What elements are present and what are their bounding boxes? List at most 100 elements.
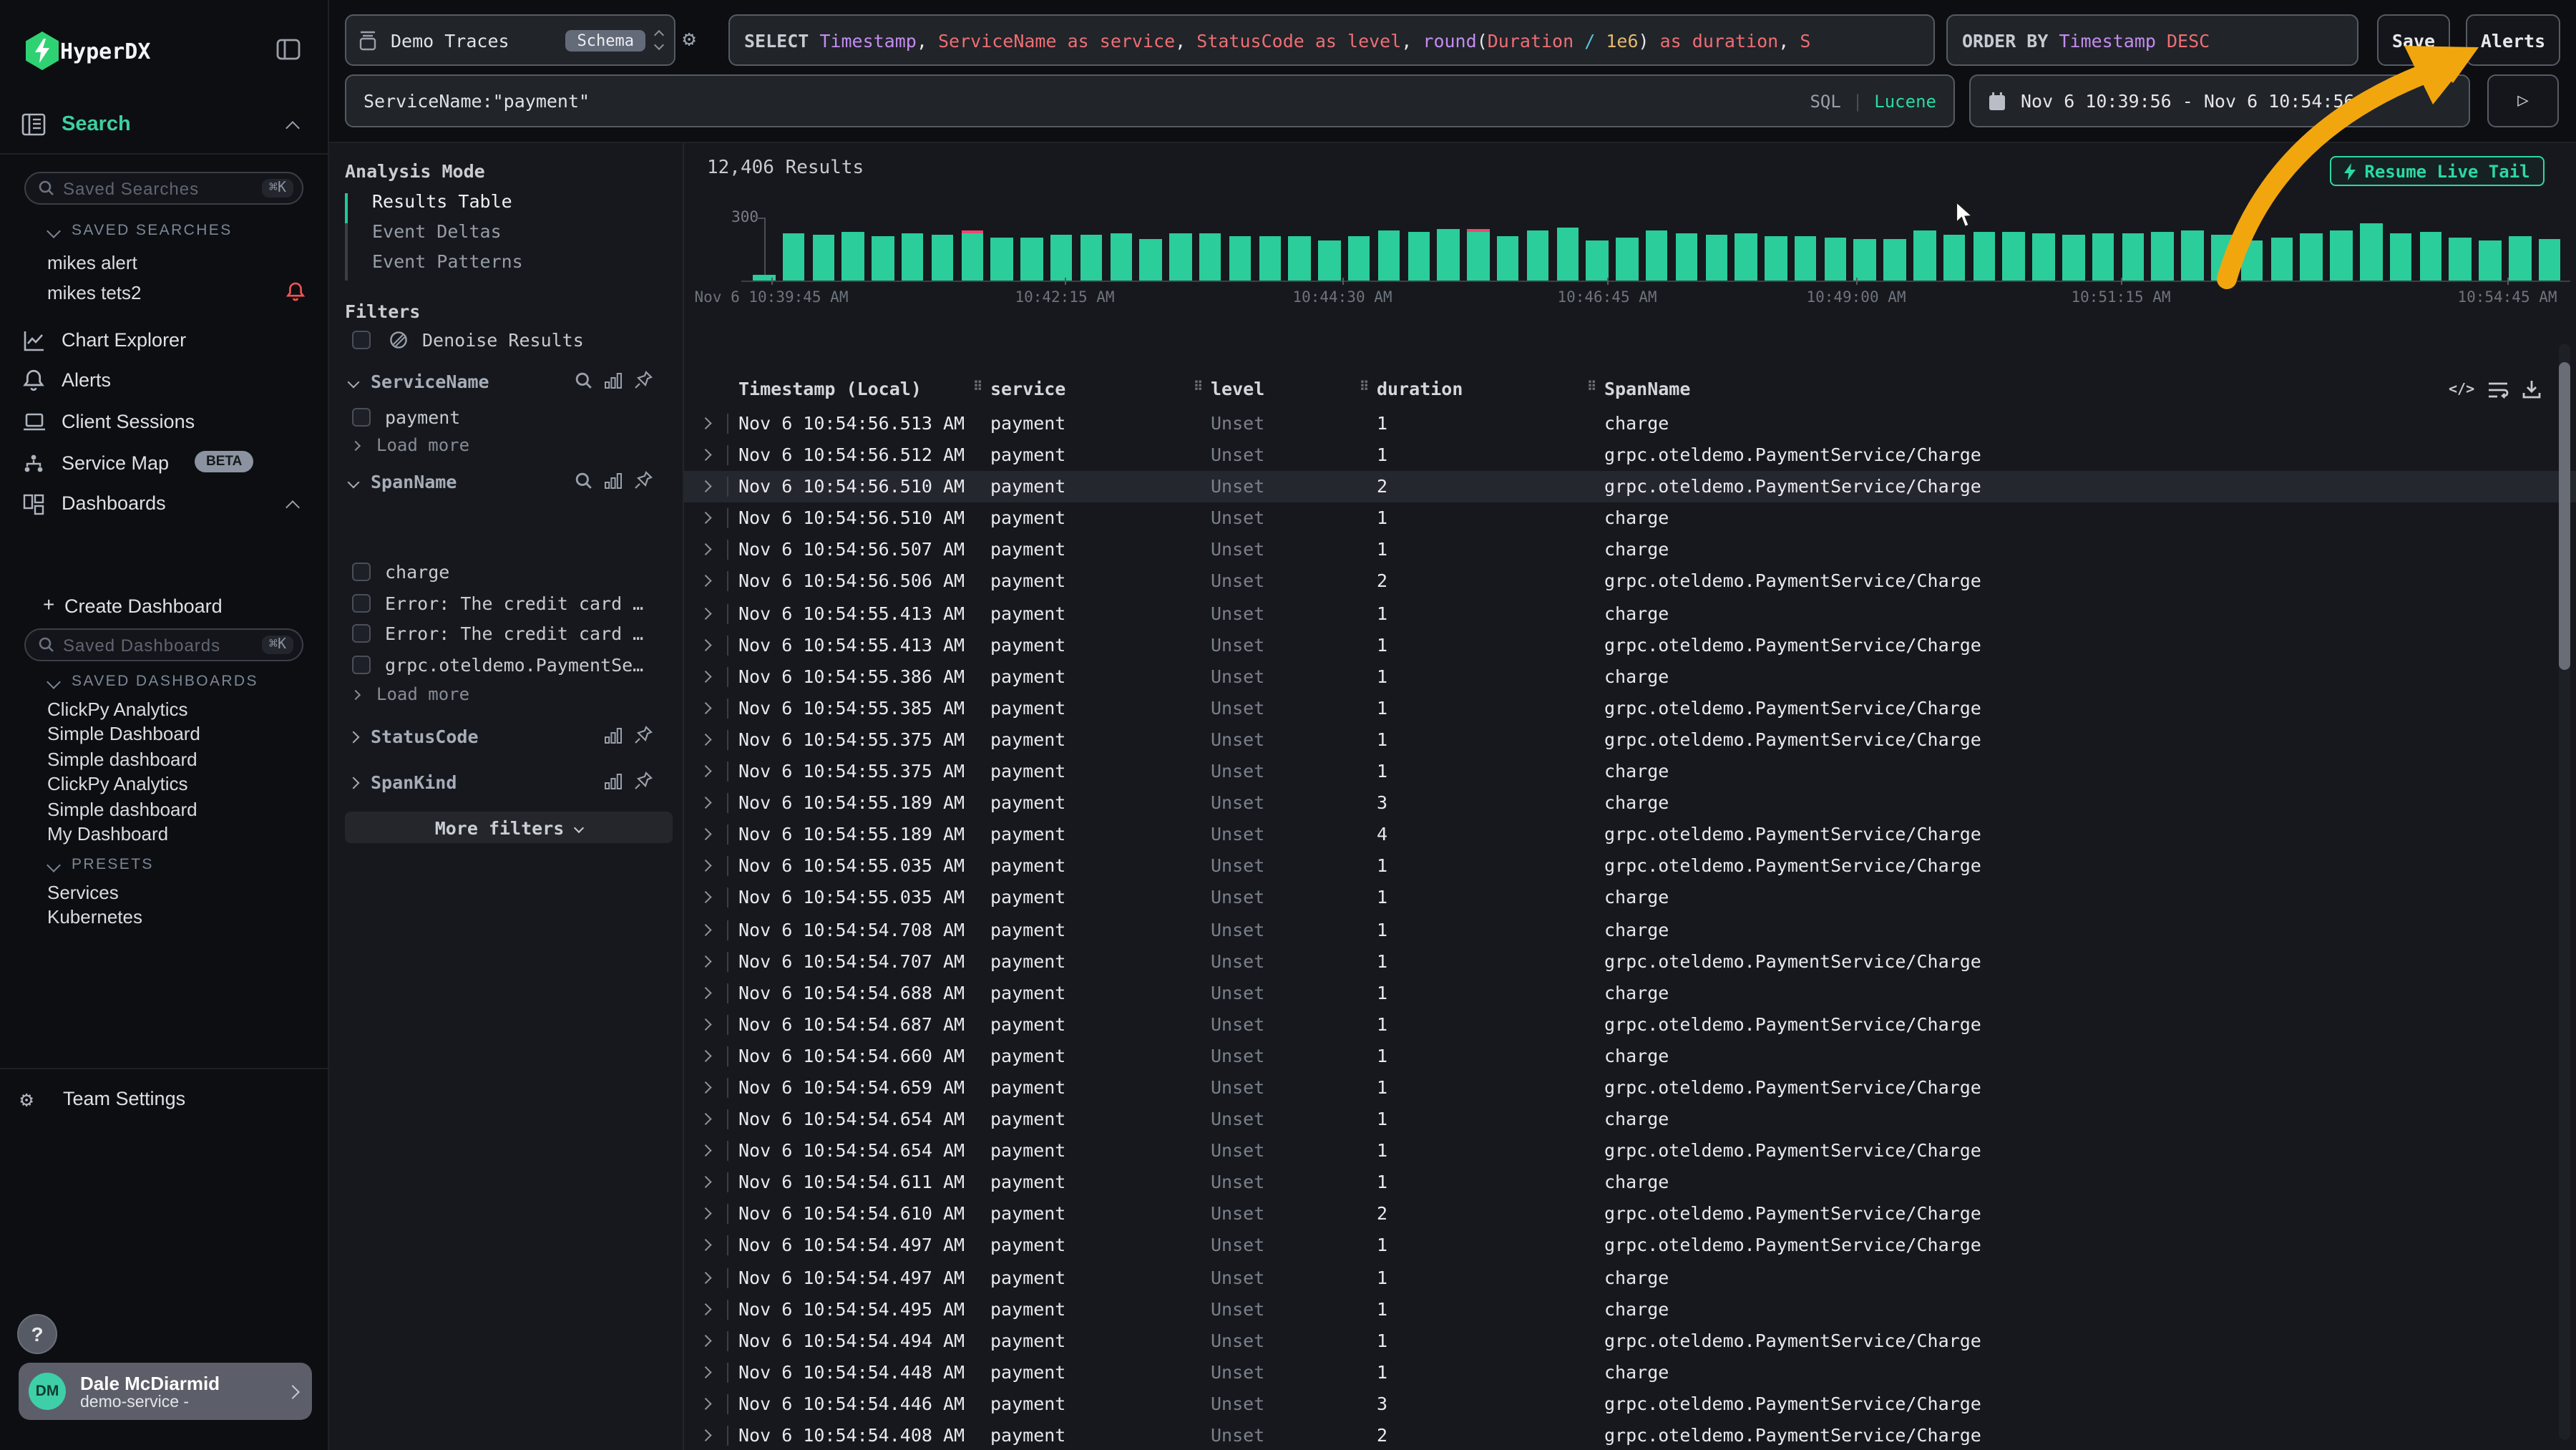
table-row[interactable]: Nov 6 10:54:54.494 AMpaymentUnset1grpc.o…: [684, 1325, 2576, 1356]
date-range-picker[interactable]: Nov 6 10:39:56 - Nov 6 10:54:56: [1969, 74, 2470, 127]
table-row[interactable]: Nov 6 10:54:54.610 AMpaymentUnset2grpc.o…: [684, 1199, 2576, 1230]
histogram-bar[interactable]: [2390, 233, 2412, 281]
drag-handle-icon[interactable]: ⠿: [973, 381, 982, 395]
sidebar-item-alerts[interactable]: Alerts: [0, 366, 329, 398]
histogram-bar[interactable]: [2360, 223, 2382, 281]
sidebar-item-service-map[interactable]: Service Map BETA: [0, 449, 329, 481]
table-row[interactable]: Nov 6 10:54:54.448 AMpaymentUnset1charge: [684, 1357, 2576, 1388]
pin-icon[interactable]: [634, 772, 653, 790]
row-expander-icon[interactable]: [700, 639, 711, 651]
sidebar-item-team-settings[interactable]: ⚙ Team Settings: [0, 1085, 329, 1116]
histogram-bar[interactable]: [1020, 238, 1043, 281]
preset-item[interactable]: Kubernetes: [47, 905, 142, 930]
load-more-servicename[interactable]: Load more: [352, 435, 469, 455]
collapse-sidebar-icon[interactable]: [276, 39, 301, 60]
filter-option[interactable]: charge: [352, 557, 673, 588]
histogram-bar[interactable]: [812, 235, 834, 281]
hyperdx-logo-icon[interactable]: [24, 31, 60, 70]
saved-dashboard-item[interactable]: ClickPy Analytics: [47, 772, 200, 797]
preset-item[interactable]: Services: [47, 880, 142, 905]
chart-icon[interactable]: [604, 772, 623, 789]
table-row[interactable]: Nov 6 10:54:55.385 AMpaymentUnset1grpc.o…: [684, 693, 2576, 724]
drag-handle-icon[interactable]: ⠿: [1194, 381, 1203, 395]
histogram-bar[interactable]: [1526, 231, 1548, 281]
row-expander-icon[interactable]: [700, 1430, 711, 1441]
row-expander-icon[interactable]: [700, 734, 711, 746]
table-row[interactable]: Nov 6 10:54:55.375 AMpaymentUnset1charge: [684, 756, 2576, 787]
table-row[interactable]: Nov 6 10:54:54.408 AMpaymentUnset2grpc.o…: [684, 1420, 2576, 1450]
table-row[interactable]: Nov 6 10:54:54.707 AMpaymentUnset1grpc.o…: [684, 945, 2576, 977]
histogram-bar[interactable]: [1169, 233, 1191, 281]
histogram-bar[interactable]: [2182, 231, 2204, 281]
create-dashboard-button[interactable]: + Create Dashboard: [0, 593, 329, 621]
table-row[interactable]: Nov 6 10:54:55.375 AMpaymentUnset1grpc.o…: [684, 724, 2576, 756]
histogram-bar[interactable]: [1377, 231, 1400, 281]
histogram-bar[interactable]: [1318, 241, 1340, 281]
checkbox[interactable]: [352, 656, 371, 674]
row-expander-icon[interactable]: [700, 892, 711, 904]
row-expander-icon[interactable]: [700, 1018, 711, 1030]
sql-select-input[interactable]: SELECT Timestamp, ServiceName as service…: [728, 14, 1935, 66]
order-by-input[interactable]: ORDER BY Timestamp DESC: [1946, 14, 2358, 66]
sidebar-item-dashboards[interactable]: Dashboards: [0, 490, 329, 521]
histogram-bar[interactable]: [2211, 235, 2233, 281]
row-expander-icon[interactable]: [700, 576, 711, 588]
filter-option[interactable]: grpc.oteldemo.PaymentSe…: [352, 649, 673, 680]
row-expander-icon[interactable]: [700, 418, 711, 429]
chart-icon[interactable]: [604, 726, 623, 744]
row-expander-icon[interactable]: [700, 1208, 711, 1220]
table-row[interactable]: Nov 6 10:54:55.189 AMpaymentUnset3charge: [684, 787, 2576, 819]
histogram-bar[interactable]: [2479, 240, 2501, 281]
pin-icon[interactable]: [634, 726, 653, 744]
load-more-spanname[interactable]: Load more: [352, 684, 469, 704]
table-row[interactable]: Nov 6 10:54:54.654 AMpaymentUnset1grpc.o…: [684, 1135, 2576, 1167]
checkbox[interactable]: [352, 594, 371, 613]
histogram-bar[interactable]: [1407, 233, 1430, 281]
histogram-bar[interactable]: [2419, 232, 2441, 281]
histogram-bar[interactable]: [1824, 238, 1846, 281]
table-row[interactable]: Nov 6 10:54:54.497 AMpaymentUnset1charge: [684, 1262, 2576, 1293]
histogram-bar[interactable]: [1110, 233, 1132, 281]
histogram-bar[interactable]: [1289, 237, 1311, 281]
filter-group-spankind[interactable]: SpanKind: [349, 772, 673, 793]
histogram-bar[interactable]: [1140, 238, 1162, 281]
table-row[interactable]: Nov 6 10:54:56.510 AMpaymentUnset2grpc.o…: [684, 471, 2576, 502]
row-expander-icon[interactable]: [700, 797, 711, 809]
search-icon[interactable]: [575, 472, 592, 489]
histogram-bar[interactable]: [2509, 236, 2531, 281]
table-row[interactable]: Nov 6 10:54:56.510 AMpaymentUnset1charge: [684, 503, 2576, 535]
histogram-bar[interactable]: [1943, 235, 1966, 281]
row-expander-icon[interactable]: [700, 924, 711, 935]
histogram-bar[interactable]: [1854, 238, 1876, 281]
scrollbar-thumb[interactable]: [2559, 362, 2570, 670]
chevron-up-icon[interactable]: [286, 500, 300, 515]
row-expander-icon[interactable]: [700, 1398, 711, 1410]
chart-icon[interactable]: [604, 371, 623, 389]
histogram-bar[interactable]: [2152, 232, 2174, 281]
histogram-bar[interactable]: [1050, 234, 1073, 281]
histogram-bar[interactable]: [2241, 241, 2263, 281]
chevron-down-icon[interactable]: [47, 858, 61, 872]
row-expander-icon[interactable]: [700, 987, 711, 998]
row-expander-icon[interactable]: [700, 1303, 711, 1315]
checkbox[interactable]: [352, 563, 371, 582]
saved-search-item[interactable]: mikes tets2: [47, 281, 142, 306]
sidebar-item-client-sessions[interactable]: Client Sessions: [0, 408, 329, 439]
row-expander-icon[interactable]: [700, 955, 711, 967]
histogram-bar[interactable]: [1497, 235, 1519, 281]
histogram-bar[interactable]: [1080, 235, 1103, 281]
histogram-bar[interactable]: [902, 233, 924, 281]
run-query-button[interactable]: ▷: [2487, 74, 2559, 127]
histogram-bar[interactable]: [1646, 230, 1668, 281]
table-row[interactable]: Nov 6 10:54:54.654 AMpaymentUnset1charge: [684, 1104, 2576, 1135]
table-row[interactable]: Nov 6 10:54:56.512 AMpaymentUnset1grpc.o…: [684, 439, 2576, 471]
row-expander-icon[interactable]: [700, 481, 711, 492]
row-expander-icon[interactable]: [700, 1240, 711, 1252]
checkbox[interactable]: [352, 409, 371, 427]
saved-dashboard-item[interactable]: ClickPy Analytics: [47, 697, 200, 722]
row-expander-icon[interactable]: [700, 1177, 711, 1188]
drag-handle-icon[interactable]: ⠿: [1587, 381, 1596, 395]
sql-mode-toggle[interactable]: SQL: [1810, 91, 1840, 111]
histogram-bar[interactable]: [2092, 233, 2114, 281]
saved-searches-input[interactable]: Saved Searches ⌘K: [24, 172, 303, 205]
